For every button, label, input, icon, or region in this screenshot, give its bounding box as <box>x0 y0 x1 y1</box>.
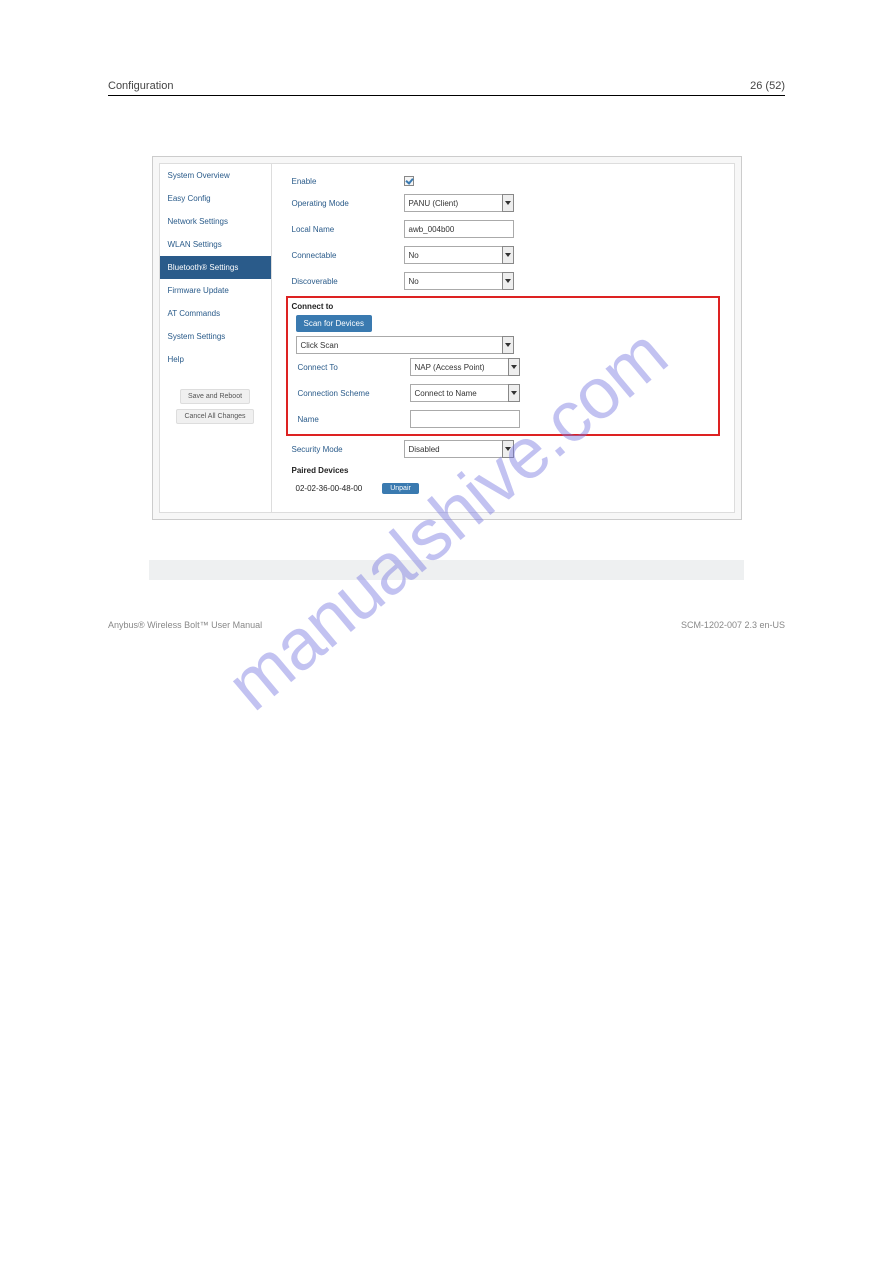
sidebar: System Overview Easy Config Network Sett… <box>160 164 272 512</box>
connect-to-value: NAP (Access Point) <box>415 363 485 372</box>
security-mode-select[interactable]: Disabled <box>404 440 514 458</box>
paired-devices-title: Paired Devices <box>286 466 404 475</box>
security-mode-value: Disabled <box>409 445 440 454</box>
chevron-down-icon <box>508 358 520 376</box>
cancel-all-changes-button[interactable]: Cancel All Changes <box>176 409 253 424</box>
save-and-reboot-button[interactable]: Save and Reboot <box>180 389 250 404</box>
chevron-down-icon <box>502 272 514 290</box>
discoverable-select[interactable]: No <box>404 272 514 290</box>
operating-mode-select[interactable]: PANU (Client) <box>404 194 514 212</box>
name-label: Name <box>292 415 410 424</box>
connectable-value: No <box>409 251 419 260</box>
scan-result-value: Click Scan <box>301 341 339 350</box>
content-stripe <box>149 560 744 580</box>
enable-label: Enable <box>286 177 404 186</box>
enable-checkbox[interactable] <box>404 176 414 186</box>
connection-scheme-select[interactable]: Connect to Name <box>410 384 520 402</box>
connection-scheme-label: Connection Scheme <box>292 389 410 398</box>
local-name-label: Local Name <box>286 225 404 234</box>
scan-result-select[interactable]: Click Scan <box>296 336 514 354</box>
paired-device-mac: 02-02-36-00-48-00 <box>286 484 363 493</box>
security-mode-label: Security Mode <box>286 445 404 454</box>
connect-to-select[interactable]: NAP (Access Point) <box>410 358 520 376</box>
header-left: Configuration <box>108 80 173 92</box>
sidebar-item-network-settings[interactable]: Network Settings <box>160 210 271 233</box>
unpair-button[interactable]: Unpair <box>382 483 419 494</box>
footer-right: SCM-1202-007 2.3 en-US <box>681 620 785 630</box>
local-name-value: awb_004b00 <box>409 225 455 234</box>
settings-panel-figure: System Overview Easy Config Network Sett… <box>152 156 742 520</box>
operating-mode-value: PANU (Client) <box>409 199 459 208</box>
chevron-down-icon <box>502 194 514 212</box>
sidebar-item-system-settings[interactable]: System Settings <box>160 325 271 348</box>
chevron-down-icon <box>502 246 514 264</box>
local-name-input[interactable]: awb_004b00 <box>404 220 514 238</box>
chevron-down-icon <box>508 384 520 402</box>
sidebar-item-wlan-settings[interactable]: WLAN Settings <box>160 233 271 256</box>
name-input[interactable] <box>410 410 520 428</box>
header-right: 26 (52) <box>750 80 785 92</box>
connect-to-title: Connect to <box>292 302 714 315</box>
connect-to-section: Connect to Scan for Devices Click Scan C… <box>286 296 720 436</box>
figure-caption: Fig. 15 Bluetooth Settings <box>108 530 785 542</box>
chevron-down-icon <box>502 440 514 458</box>
chevron-down-icon <box>502 336 514 354</box>
sidebar-item-system-overview[interactable]: System Overview <box>160 164 271 187</box>
connectable-label: Connectable <box>286 251 404 260</box>
footer-left: Anybus® Wireless Bolt™ User Manual <box>108 620 262 630</box>
sidebar-item-at-commands[interactable]: AT Commands <box>160 302 271 325</box>
sidebar-item-easy-config[interactable]: Easy Config <box>160 187 271 210</box>
discoverable-label: Discoverable <box>286 277 404 286</box>
sidebar-item-help[interactable]: Help <box>160 348 271 371</box>
sidebar-item-firmware-update[interactable]: Firmware Update <box>160 279 271 302</box>
connectable-select[interactable]: No <box>404 246 514 264</box>
connect-to-label: Connect To <box>292 363 410 372</box>
sidebar-item-bluetooth-settings[interactable]: Bluetooth® Settings <box>160 256 271 279</box>
scan-for-devices-button[interactable]: Scan for Devices <box>296 315 372 332</box>
operating-mode-label: Operating Mode <box>286 199 404 208</box>
connection-scheme-value: Connect to Name <box>415 389 477 398</box>
discoverable-value: No <box>409 277 419 286</box>
